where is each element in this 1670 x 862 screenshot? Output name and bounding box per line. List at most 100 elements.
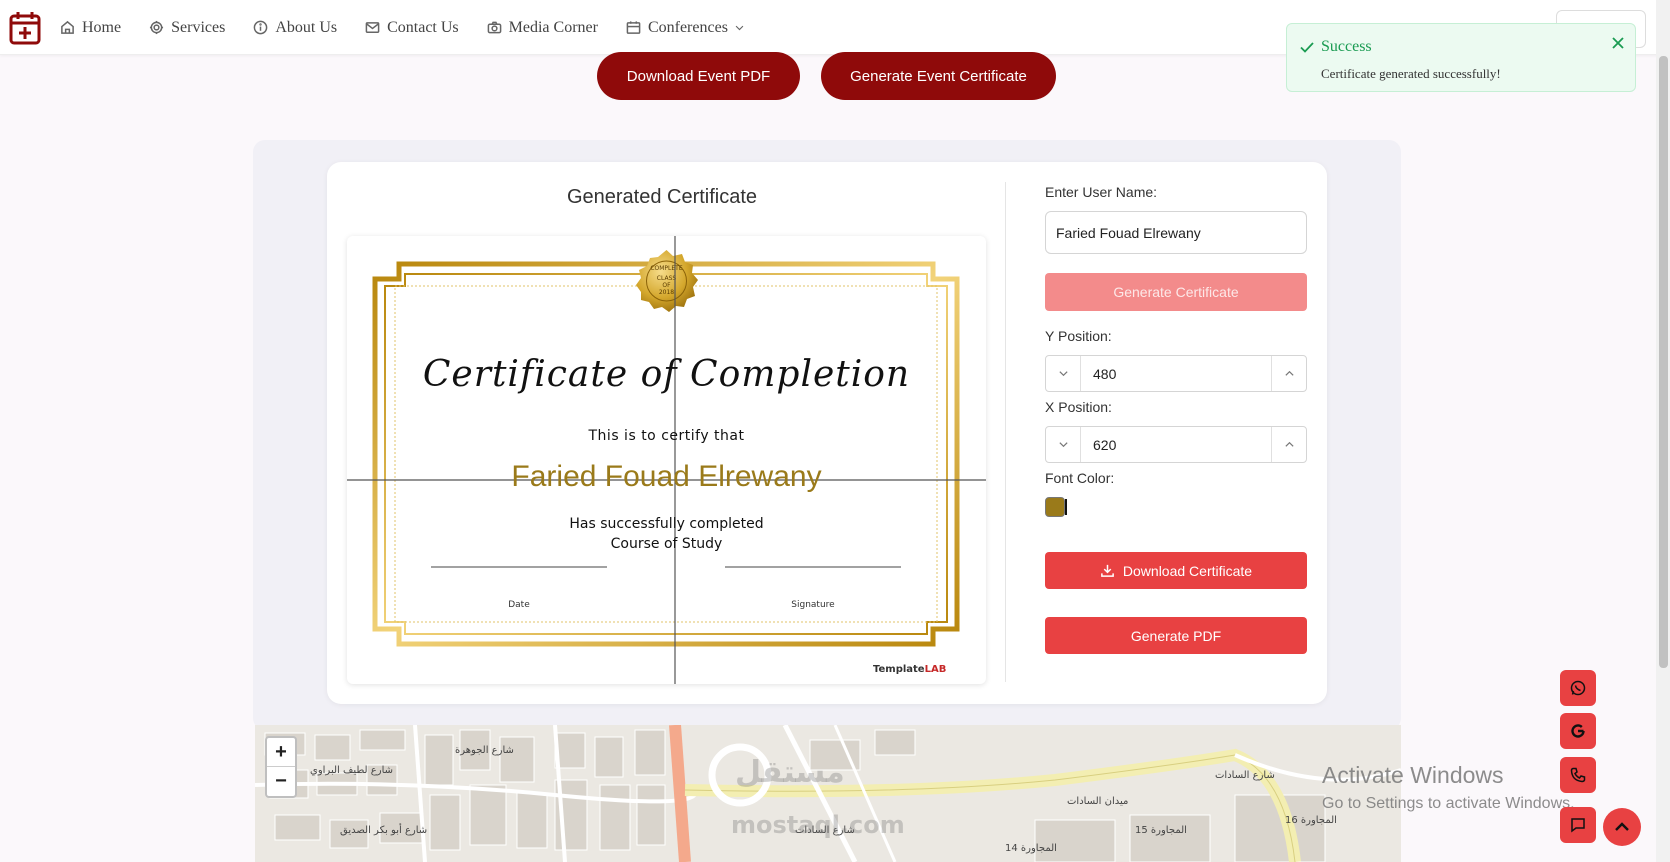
info-icon (253, 20, 268, 35)
certificate-certify-text: This is to certify that (588, 428, 745, 444)
chevron-down-icon (735, 25, 744, 31)
activate-windows-title: Activate Windows (1322, 762, 1504, 788)
generate-pdf-button[interactable]: Generate PDF (1045, 617, 1307, 654)
nav-conferences[interactable]: Conferences (626, 19, 752, 37)
x-increment-button[interactable] (1271, 427, 1306, 462)
y-position-value[interactable]: 480 (1093, 366, 1116, 382)
seal-line1: COMPLETE (650, 265, 683, 272)
close-icon[interactable] (1609, 34, 1627, 52)
map-zoom-out-button[interactable]: − (267, 767, 295, 796)
font-color-picker[interactable] (1045, 497, 1065, 517)
calendar-icon (626, 21, 641, 34)
generate-certificate-button[interactable]: Generate Certificate (1045, 273, 1307, 311)
generate-event-certificate-label: Generate Event Certificate (850, 67, 1027, 85)
nav-home[interactable]: Home (60, 19, 121, 37)
nav-services-label: Services (171, 18, 226, 36)
certificate-preview: COMPLETE CLASS OF 2018 Certificate of Co… (347, 236, 986, 684)
nav-home-label: Home (82, 18, 122, 36)
generate-event-certificate-button[interactable]: Generate Event Certificate (821, 52, 1056, 100)
templatelab-prefix: Template (873, 664, 925, 675)
activate-windows-watermark: Activate Windows Go to Settings to activ… (1322, 762, 1575, 813)
chat-icon (1571, 818, 1585, 833)
nav-conferences-label: Conferences (647, 18, 728, 36)
map-zoom-control: + − (265, 736, 297, 798)
map-tiles (255, 725, 1401, 862)
mostaql-watermark-ar: مستقل (735, 755, 845, 790)
map-label-sadat-st-2: شارع السادات (1215, 770, 1275, 781)
success-toast: Success Certificate generated successful… (1286, 23, 1636, 92)
chevron-down-icon (1058, 442, 1068, 448)
generate-pdf-label: Generate PDF (1130, 627, 1222, 644)
font-color-label: Font Color: (1045, 470, 1115, 486)
seal-line3: OF (662, 282, 671, 289)
scroll-to-top-button[interactable] (1603, 808, 1641, 846)
chevron-up-icon (1284, 441, 1294, 447)
certificate-completed-text: Has successfully completed (569, 516, 764, 532)
toast-title: Success (1321, 38, 1372, 55)
nav-about-us[interactable]: About Us (253, 19, 337, 37)
map-zoom-in-button[interactable]: + (267, 738, 295, 767)
download-icon (1101, 564, 1114, 577)
nav-media-corner[interactable]: Media Corner (487, 19, 598, 37)
y-increment-button[interactable] (1271, 356, 1306, 391)
y-decrement-button[interactable] (1046, 356, 1081, 391)
certificate-recipient-name: Faried Fouad Elrewany (511, 460, 822, 493)
templatelab-suffix: LAB (924, 664, 947, 675)
x-position-stepper[interactable]: 620 (1045, 426, 1307, 463)
download-certificate-button[interactable]: Download Certificate (1045, 552, 1307, 589)
y-position-stepper[interactable]: 480 (1045, 355, 1307, 392)
x-position-value[interactable]: 620 (1093, 437, 1116, 453)
map-label-district-15: المجاورة 15 (1135, 825, 1187, 836)
google-icon (1571, 724, 1585, 738)
google-button[interactable] (1560, 713, 1596, 749)
map-label-abu-bakr-st: شارع أبو بكر الصديق (340, 825, 428, 836)
chevron-up-icon (1615, 822, 1629, 831)
seal-line4: 2018 (659, 289, 674, 296)
x-position-label: X Position: (1045, 399, 1112, 415)
mostaql-watermark-url: mostaql.com (731, 811, 905, 839)
download-event-pdf-label: Download Event PDF (626, 67, 771, 85)
location-map[interactable]: شارع السادات ميدان السادات شارع السادات … (255, 725, 1401, 862)
certificate-signature-label: Signature (791, 600, 835, 610)
check-icon (1300, 42, 1314, 53)
certificate-heading: Certificate of Completion (422, 354, 911, 395)
download-event-pdf-button[interactable]: Download Event PDF (597, 52, 800, 100)
certificate-date-label: Date (508, 600, 530, 610)
nav-services[interactable]: Services (149, 19, 225, 37)
text-cursor (1065, 499, 1067, 515)
home-icon (61, 20, 74, 34)
phone-button[interactable] (1560, 757, 1596, 793)
nav-contact-us-label: Contact Us (387, 18, 459, 36)
map-label-jawhara-st: شارع الجوهرة (455, 745, 514, 756)
x-decrement-button[interactable] (1046, 427, 1081, 462)
user-name-label: Enter User Name: (1045, 184, 1158, 200)
generate-certificate-label: Generate Certificate (1113, 284, 1239, 300)
page-scrollbar-thumb[interactable] (1659, 56, 1668, 668)
nav-about-us-label: About Us (275, 18, 338, 36)
map-label-district-16: المجاورة 16 (1285, 815, 1337, 826)
generated-certificate-title: Generated Certificate (566, 186, 758, 208)
nav-contact-us[interactable]: Contact Us (365, 19, 459, 37)
whatsapp-icon (1570, 680, 1586, 696)
gear-icon (150, 20, 164, 35)
phone-icon (1570, 767, 1586, 783)
calendar-plus-logo-icon[interactable] (8, 10, 42, 46)
chat-button[interactable] (1560, 807, 1596, 843)
card-divider (1005, 182, 1006, 682)
y-position-label: Y Position: (1045, 328, 1112, 344)
map-label-sadat-square: ميدان السادات (1067, 796, 1129, 807)
seal-line2: CLASS (657, 275, 677, 282)
user-name-input[interactable] (1045, 211, 1307, 254)
templatelab-logo: TemplateLAB (873, 664, 946, 675)
camera-icon (487, 21, 501, 34)
chevron-up-icon (1284, 370, 1294, 376)
activate-windows-subtitle: Go to Settings to activate Windows. (1322, 795, 1575, 812)
certificate-course-text: Course of Study (610, 536, 723, 552)
map-label-district-14: المجاورة 14 (1005, 843, 1057, 854)
toast-message: Certificate generated successfully! (1321, 66, 1501, 81)
nav-media-corner-label: Media Corner (508, 18, 598, 36)
chevron-down-icon (1058, 371, 1068, 377)
whatsapp-button[interactable] (1560, 670, 1596, 706)
map-label-baraway-st: شارع لطيف البراوي (310, 765, 393, 776)
mail-icon (365, 22, 380, 33)
